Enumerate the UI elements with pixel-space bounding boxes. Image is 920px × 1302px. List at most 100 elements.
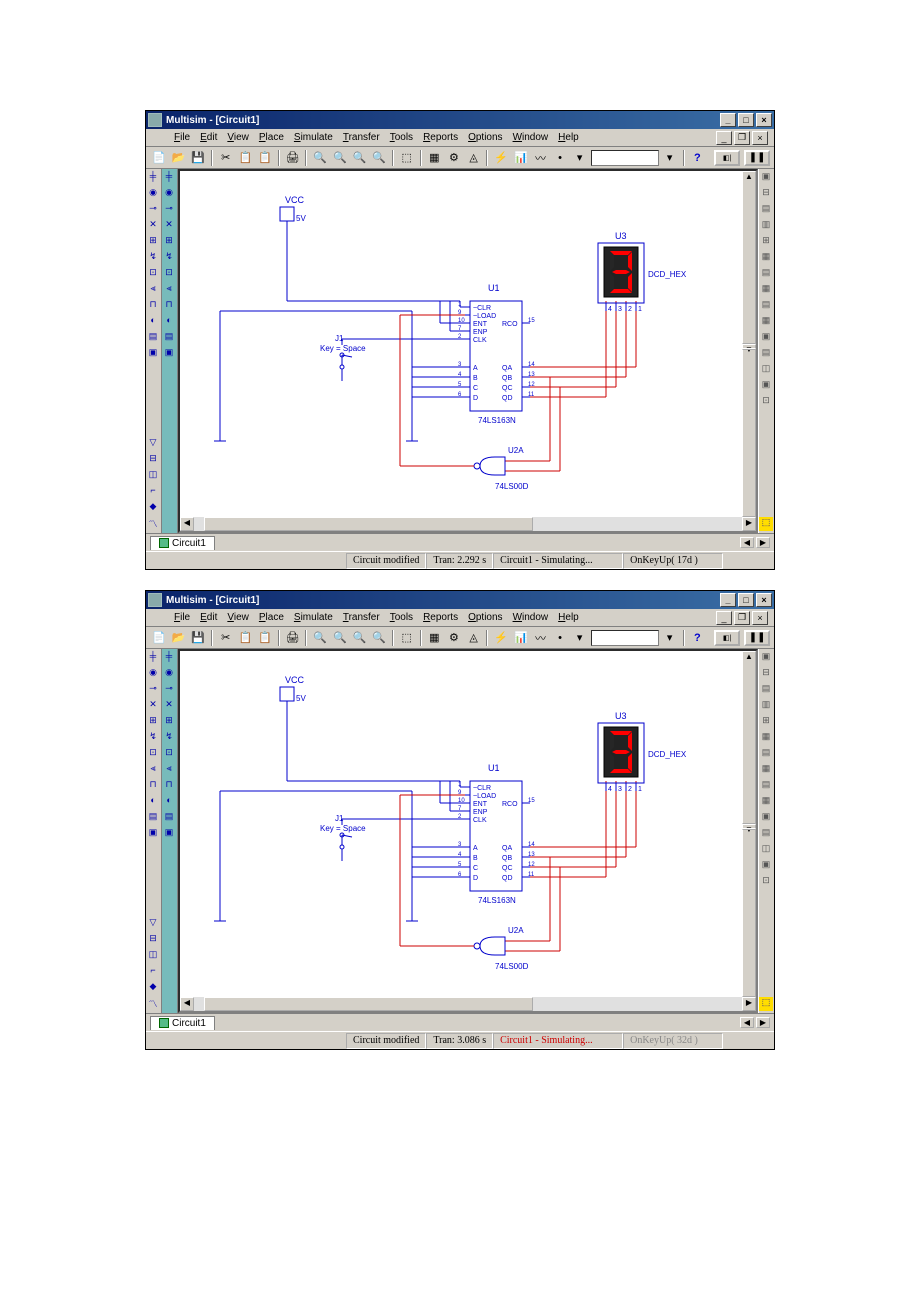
palette-btn[interactable]: ▣ <box>146 827 160 841</box>
toolbar-btn[interactable]: ◬ <box>465 149 483 167</box>
instrument-btn[interactable]: ▦ <box>759 763 773 777</box>
toolbar-btn[interactable]: 🖨 <box>284 629 302 647</box>
palette-btn[interactable]: ⌐ <box>146 485 160 499</box>
toolbar-btn[interactable]: 💾 <box>189 629 207 647</box>
palette-btn[interactable]: ◉ <box>146 667 160 681</box>
menu-simulate[interactable]: Simulate <box>294 612 333 623</box>
dropdown-icon[interactable]: ▾ <box>661 149 679 167</box>
palette-btn[interactable]: ╪ <box>146 651 160 665</box>
palette-btn[interactable]: ▤ <box>162 331 176 345</box>
palette-btn[interactable]: ⊓ <box>146 299 160 313</box>
palette-btn[interactable]: ◐ <box>146 795 160 809</box>
circuit-canvas[interactable]: VCC5VJ1Key = SpaceU174LS163N~CLR1~LOAD9E… <box>180 651 742 997</box>
instrument-btn[interactable]: ▥ <box>759 219 773 233</box>
instrument-btn[interactable]: ▦ <box>759 315 773 329</box>
instrument-btn[interactable]: ◫ <box>759 843 773 857</box>
schematic-canvas[interactable]: VCC5VJ1Key = SpaceU174LS163N~CLR1~LOAD9E… <box>180 651 740 991</box>
palette-btn[interactable]: ▤ <box>146 331 160 345</box>
mdi-close[interactable]: × <box>752 131 768 145</box>
circuit-tab[interactable]: Circuit1 <box>150 536 215 550</box>
instrument-btn[interactable]: ⊡ <box>759 395 773 409</box>
instrument-btn[interactable]: ▣ <box>759 651 773 665</box>
instrument-btn[interactable]: ▤ <box>759 747 773 761</box>
mdi-close[interactable]: × <box>752 611 768 625</box>
palette-btn[interactable]: ✕ <box>162 699 176 713</box>
palette-btn[interactable]: ◫ <box>146 949 160 963</box>
toolbar-btn[interactable]: 📊 <box>512 149 530 167</box>
palette-btn[interactable]: ⫷ <box>162 763 176 777</box>
toolbar-btn[interactable]: ▾ <box>571 629 589 647</box>
horizontal-scrollbar[interactable]: ◀▶ <box>180 997 756 1011</box>
instrument-btn[interactable]: ⊟ <box>759 187 773 201</box>
menu-reports[interactable]: Reports <box>423 612 458 623</box>
minimize-button[interactable]: _ <box>720 113 736 127</box>
palette-btn[interactable]: ⊓ <box>146 779 160 793</box>
palette-btn[interactable]: ⊡ <box>162 267 176 281</box>
palette-btn[interactable]: 〽 <box>146 997 160 1011</box>
toolbar-btn[interactable]: 💾 <box>189 149 207 167</box>
tab-scroll-right[interactable]: ▶ <box>756 1017 770 1028</box>
palette-btn[interactable]: ╪ <box>146 171 160 185</box>
palette-btn[interactable]: ⊓ <box>162 779 176 793</box>
instrument-btn[interactable]: ⊞ <box>759 235 773 249</box>
menu-window[interactable]: Window <box>513 612 549 623</box>
run-button[interactable]: ◧| <box>714 630 740 646</box>
instrument-btn[interactable]: ⊟ <box>759 667 773 681</box>
palette-btn[interactable]: ✕ <box>146 219 160 233</box>
menu-place[interactable]: Place <box>259 612 284 623</box>
palette-btn[interactable]: ▣ <box>162 347 176 361</box>
toolbar-btn[interactable]: • <box>551 629 569 647</box>
menu-edit[interactable]: Edit <box>200 132 217 143</box>
vertical-scrollbar[interactable]: ▲▼ <box>742 171 756 517</box>
schematic-canvas[interactable]: VCC5VJ1Key = SpaceU174LS163N~CLR1~LOAD9E… <box>180 171 740 511</box>
toolbar-btn[interactable]: ✂ <box>217 629 235 647</box>
toolbar-btn[interactable]: 📄 <box>150 149 168 167</box>
palette-btn[interactable]: ▤ <box>146 811 160 825</box>
menu-transfer[interactable]: Transfer <box>343 612 380 623</box>
toolbar-btn[interactable]: ⚡ <box>492 149 510 167</box>
toolbar-btn[interactable]: 🔍 <box>311 629 329 647</box>
instrument-btn[interactable]: ▤ <box>759 203 773 217</box>
toolbar-btn[interactable]: ▾ <box>571 149 589 167</box>
instrument-btn[interactable]: ▣ <box>759 331 773 345</box>
help-button[interactable]: ? <box>689 149 707 167</box>
palette-btn[interactable]: ⌐ <box>146 965 160 979</box>
palette-btn[interactable]: ⊸ <box>146 683 160 697</box>
toolbar-btn[interactable]: ◬ <box>465 629 483 647</box>
palette-btn[interactable]: ✕ <box>162 219 176 233</box>
palette-btn[interactable]: ⊞ <box>146 235 160 249</box>
menu-tools[interactable]: Tools <box>390 612 413 623</box>
toolbar-btn[interactable]: 📋 <box>256 629 274 647</box>
instrument-btn[interactable]: ▤ <box>759 827 773 841</box>
palette-btn[interactable]: ⊟ <box>146 933 160 947</box>
mdi-restore[interactable]: ❐ <box>734 611 750 625</box>
palette-btn[interactable]: ↯ <box>146 731 160 745</box>
toolbar-btn[interactable]: 🔍 <box>370 149 388 167</box>
toolbar-btn[interactable]: 📄 <box>150 629 168 647</box>
instrument-btn[interactable]: ▦ <box>759 283 773 297</box>
palette-btn[interactable]: ◉ <box>146 187 160 201</box>
palette-btn[interactable]: ◐ <box>162 315 176 329</box>
palette-btn[interactable]: ⊡ <box>146 747 160 761</box>
palette-btn[interactable]: ✕ <box>146 699 160 713</box>
toolbar-btn[interactable]: 📋 <box>256 149 274 167</box>
toolbar-btn[interactable]: 🔍 <box>331 629 349 647</box>
menu-options[interactable]: Options <box>468 612 502 623</box>
instrument-btn[interactable]: ▤ <box>759 683 773 697</box>
instrument-btn[interactable]: ⊡ <box>759 875 773 889</box>
mdi-minimize[interactable]: _ <box>716 611 732 625</box>
palette-btn[interactable]: ⊸ <box>146 203 160 217</box>
menu-file[interactable]: File <box>174 132 190 143</box>
toolbar-btn[interactable]: 🔍 <box>351 149 369 167</box>
palette-btn[interactable]: ◫ <box>146 469 160 483</box>
palette-btn[interactable]: ↯ <box>146 251 160 265</box>
instrument-btn[interactable]: ◫ <box>759 363 773 377</box>
tab-scroll-left[interactable]: ◀ <box>740 1017 754 1028</box>
menu-view[interactable]: View <box>227 612 249 623</box>
menu-edit[interactable]: Edit <box>200 612 217 623</box>
menu-window[interactable]: Window <box>513 132 549 143</box>
palette-btn[interactable]: ╪ <box>162 651 176 665</box>
palette-btn[interactable]: ⊞ <box>146 715 160 729</box>
menu-help[interactable]: Help <box>558 132 579 143</box>
pause-button[interactable]: ❚❚ <box>744 630 770 646</box>
